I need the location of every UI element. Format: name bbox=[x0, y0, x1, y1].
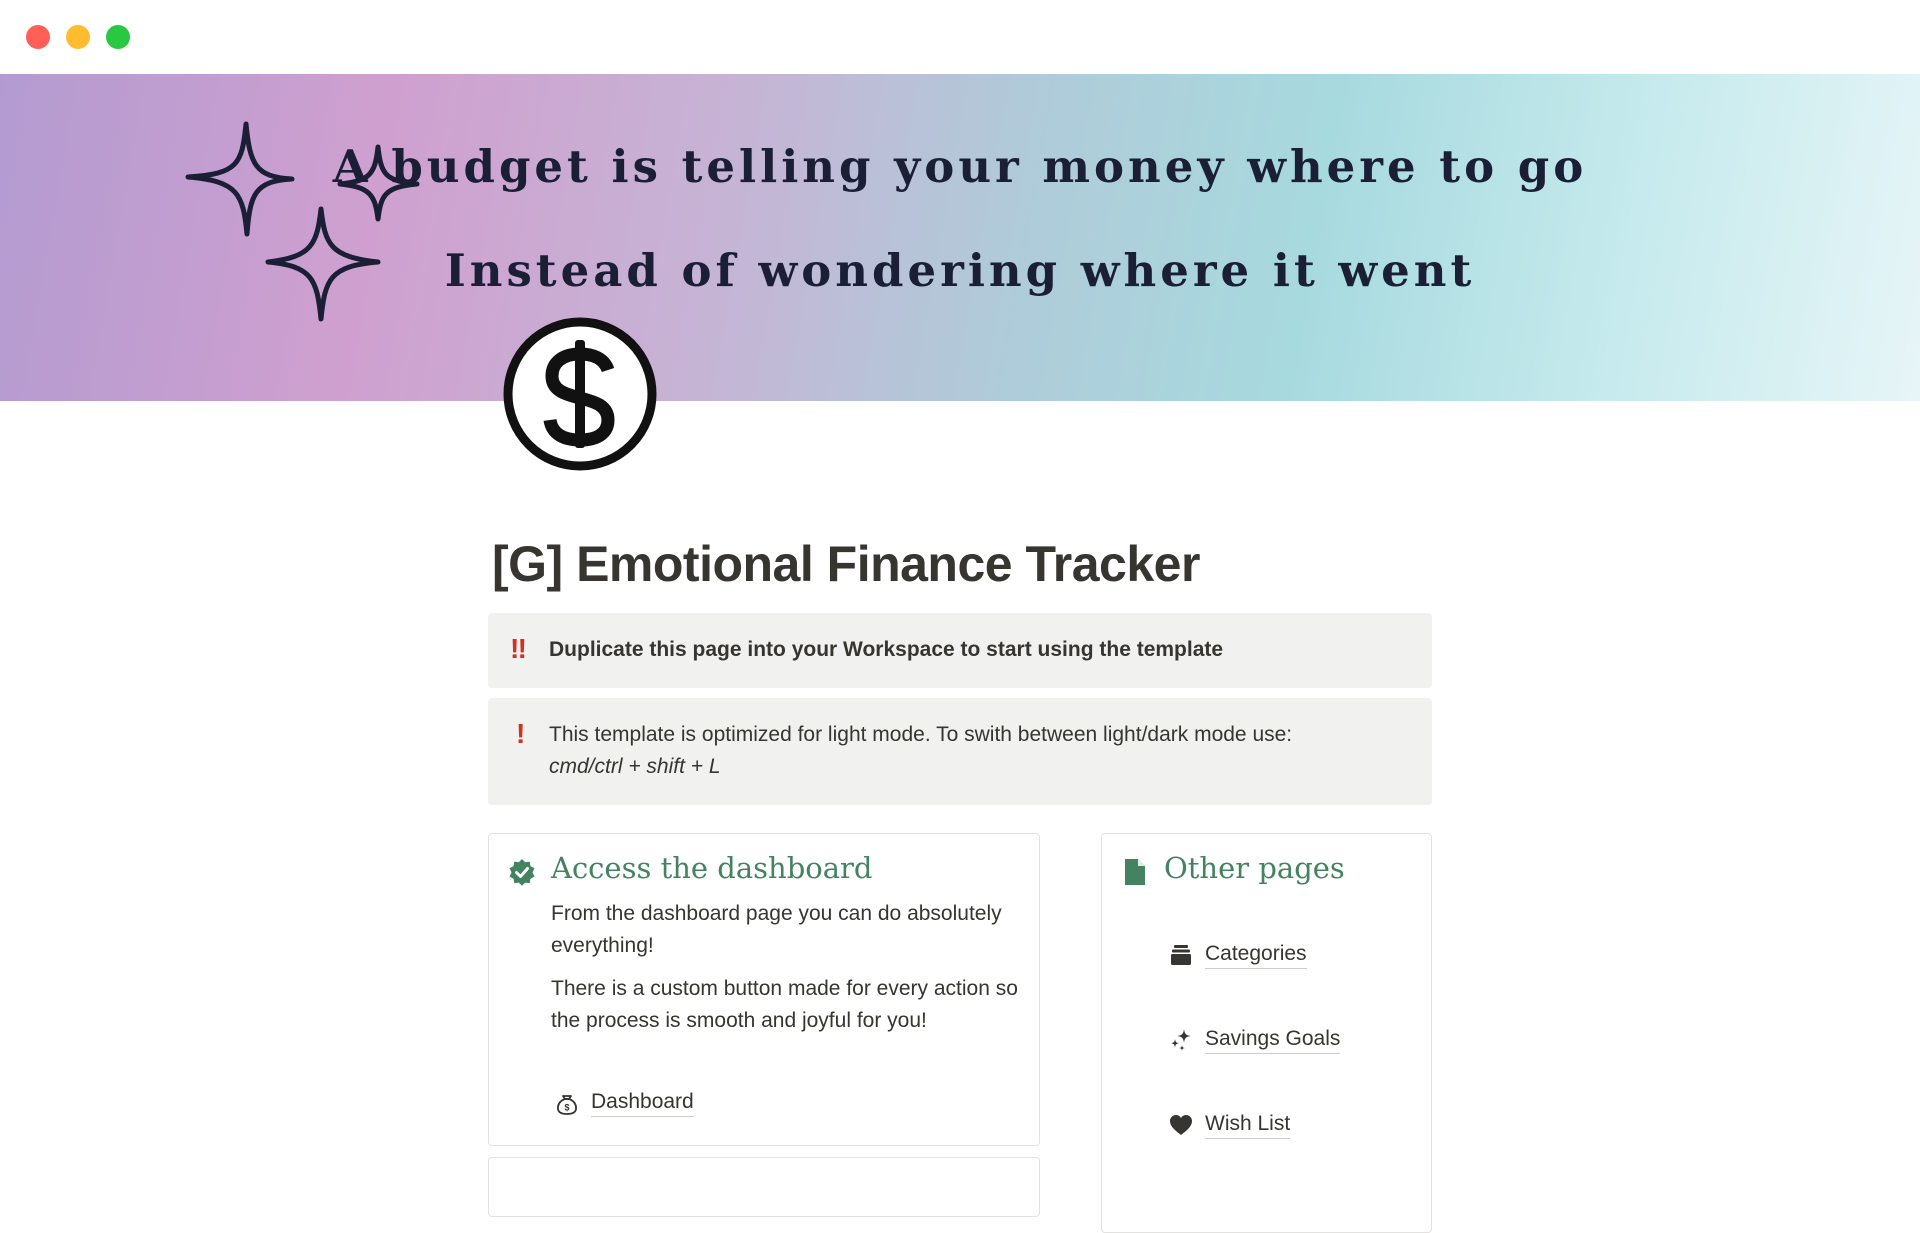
dashboard-card: Access the dashboard From the dashboard … bbox=[488, 833, 1040, 1146]
window-titlebar bbox=[0, 0, 1920, 74]
callout-duplicate: ‼ Duplicate this page into your Workspac… bbox=[488, 613, 1432, 688]
dollar-coin-icon[interactable] bbox=[500, 314, 660, 474]
categories-page-link[interactable]: Categories bbox=[1167, 940, 1307, 969]
wish-list-page-link[interactable]: Wish List bbox=[1167, 1110, 1291, 1139]
dashboard-card-heading: Access the dashboard bbox=[551, 851, 873, 885]
dashboard-description: From the dashboard page you can do absol… bbox=[551, 902, 1002, 957]
savings-goals-page-link[interactable]: Savings Goals bbox=[1167, 1025, 1341, 1054]
maximize-window-button[interactable] bbox=[106, 25, 130, 49]
wish-list-link-label[interactable]: Wish List bbox=[1205, 1110, 1291, 1139]
close-window-button[interactable] bbox=[26, 25, 50, 49]
exclamation-icon: ! bbox=[516, 718, 526, 749]
sparkles-icon bbox=[185, 121, 420, 322]
savings-goals-link-label[interactable]: Savings Goals bbox=[1205, 1025, 1341, 1054]
cover-quote-line-1: A budget is telling your money where to … bbox=[332, 140, 1588, 193]
other-pages-heading: Other pages bbox=[1164, 851, 1345, 885]
dashboard-page-link[interactable]: $ Dashboard bbox=[553, 1088, 694, 1117]
verified-check-icon bbox=[509, 859, 535, 886]
dashboard-button-description: There is a custom button made for every … bbox=[551, 977, 1018, 1032]
callout-light-mode: ! This template is optimized for light m… bbox=[488, 698, 1432, 805]
archive-stack-icon bbox=[1167, 941, 1195, 969]
next-card bbox=[488, 1157, 1040, 1217]
document-icon bbox=[1125, 859, 1145, 885]
svg-text:$: $ bbox=[564, 1102, 569, 1112]
other-pages-card: Other pages Categories Savings Goals Wis… bbox=[1101, 833, 1432, 1233]
callout-text: This template is optimized for light mod… bbox=[549, 719, 1292, 783]
heart-icon bbox=[1167, 1111, 1195, 1139]
categories-link-label[interactable]: Categories bbox=[1205, 940, 1307, 969]
cover-quote-line-2: Instead of wondering where it went bbox=[444, 244, 1476, 297]
page-cover[interactable]: A budget is telling your money where to … bbox=[0, 74, 1920, 401]
keyboard-shortcut: cmd/ctrl + shift + L bbox=[549, 755, 721, 778]
minimize-window-button[interactable] bbox=[66, 25, 90, 49]
callout-text: Duplicate this page into your Workspace … bbox=[549, 638, 1224, 661]
money-bag-icon: $ bbox=[553, 1089, 581, 1117]
callout-message: This template is optimized for light mod… bbox=[549, 723, 1293, 746]
sparkles-icon bbox=[1167, 1026, 1195, 1054]
page-title[interactable]: [G] Emotional Finance Tracker bbox=[492, 535, 1200, 593]
dashboard-link-label[interactable]: Dashboard bbox=[591, 1088, 694, 1117]
double-exclamation-icon: ‼ bbox=[510, 633, 527, 664]
